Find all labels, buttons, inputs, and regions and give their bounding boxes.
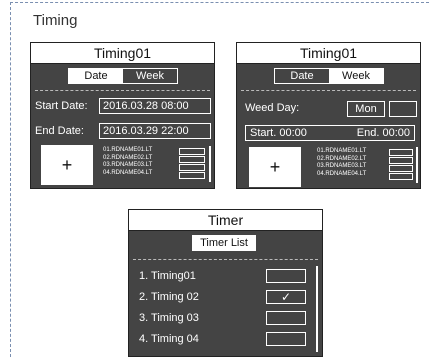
list-item: 01.RDNAME01.LT xyxy=(317,148,367,154)
tab-date[interactable]: Date xyxy=(69,69,123,83)
weed-day-extra-field[interactable] xyxy=(389,101,417,117)
scrollbar[interactable] xyxy=(316,266,318,352)
start-date-label: Start Date: xyxy=(35,100,88,112)
checkbox[interactable] xyxy=(389,173,413,180)
add-button[interactable]: + xyxy=(249,147,301,187)
checkbox[interactable] xyxy=(179,172,205,179)
scrollbar[interactable] xyxy=(416,147,418,183)
tab-week[interactable]: Week xyxy=(329,69,383,83)
timer-item-checkbox[interactable]: ✓ xyxy=(266,290,306,304)
add-button[interactable]: + xyxy=(41,145,93,185)
end-date-field[interactable]: 2016.03.29 22:00 xyxy=(99,123,211,139)
checkbox[interactable] xyxy=(389,157,413,164)
tab-week[interactable]: Week xyxy=(123,69,177,83)
divider xyxy=(35,90,210,91)
rdname-list: 01.RDNAME01.LT 02.RDNAME02.LT 03.RDNAME0… xyxy=(317,148,366,178)
weed-day-field[interactable]: Mon xyxy=(347,101,385,117)
timer-item-label: 1. Timing01 xyxy=(139,270,196,282)
list-item: 01.RDNAME01.LT xyxy=(103,147,153,153)
date-week-toggle: Date Week xyxy=(274,68,384,84)
timer-item-label: 4. Timing 04 xyxy=(139,333,199,345)
timer-list-label: Timer List xyxy=(193,236,255,250)
tab-date[interactable]: Date xyxy=(275,69,329,83)
section-title: Timing xyxy=(33,12,78,29)
check-icon: ✓ xyxy=(280,290,292,304)
list-item: 04.RDNAME04.LT xyxy=(103,169,153,176)
weed-day-label: Weed Day: xyxy=(245,102,300,114)
list-item: 04.RDNAME04.LT xyxy=(317,170,367,177)
timer-item-checkbox[interactable] xyxy=(266,311,306,325)
scrollbar[interactable] xyxy=(209,146,211,182)
checkbox[interactable] xyxy=(179,164,205,171)
start-date-field[interactable]: 2016.03.28 08:00 xyxy=(99,98,211,114)
date-week-toggle: Date Week xyxy=(68,68,178,84)
panel-title: Timer xyxy=(129,210,322,231)
list-item: 03.RDNAME03.LT xyxy=(103,162,153,168)
time-range-field[interactable]: Start. 00:00 End. 00:00 xyxy=(245,125,415,141)
list-item: 02.RDNAME02.LT xyxy=(103,154,153,161)
timer-item-checkbox[interactable] xyxy=(266,269,306,283)
checkbox[interactable] xyxy=(389,165,413,172)
panel-title: Timing01 xyxy=(31,43,214,64)
timer-panel: Timer Timer List 1. Timing01 2. Timing 0… xyxy=(128,209,323,357)
checkbox[interactable] xyxy=(179,148,205,155)
end-date-label: End Date: xyxy=(35,125,84,137)
timer-item-label: 2. Timing 02 xyxy=(139,291,199,303)
timer-item-label: 3. Timing 03 xyxy=(139,312,199,324)
rdname-list: 01.RDNAME01.LT 02.RDNAME02.LT 03.RDNAME0… xyxy=(103,147,152,177)
end-time: End. 00:00 xyxy=(356,127,410,139)
divider xyxy=(133,259,318,260)
checkbox[interactable] xyxy=(179,156,205,163)
panel-title: Timing01 xyxy=(237,43,420,64)
start-time: Start. 00:00 xyxy=(250,127,307,139)
timing-week-panel: Timing01 Date Week Weed Day: Mon Start. … xyxy=(236,42,421,189)
divider xyxy=(241,90,416,91)
checkbox[interactable] xyxy=(389,149,413,156)
timer-item-checkbox[interactable] xyxy=(266,332,306,346)
timing-date-panel: Timing01 Date Week Start Date: 2016.03.2… xyxy=(30,42,215,189)
timer-list-button[interactable]: Timer List xyxy=(192,235,256,251)
list-item: 02.RDNAME02.LT xyxy=(317,155,367,162)
list-item: 03.RDNAME03.LT xyxy=(317,163,367,169)
